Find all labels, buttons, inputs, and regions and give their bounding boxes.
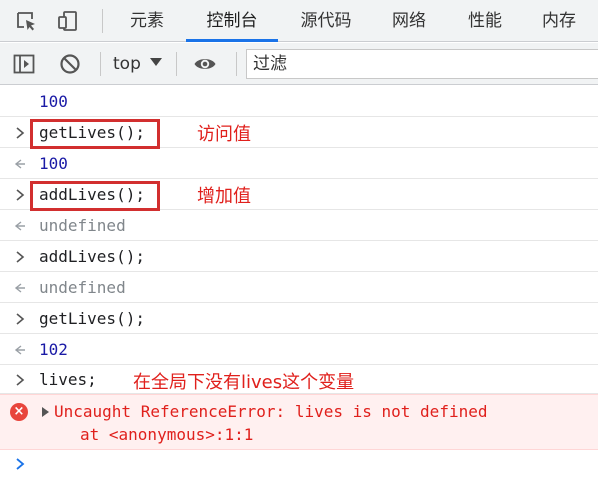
- console-result: 100: [39, 92, 68, 111]
- tabbar-divider: [102, 9, 103, 33]
- console-row: lives; 在全局下没有lives这个变量: [0, 365, 598, 394]
- console-input-area[interactable]: [0, 451, 598, 503]
- result-arrow-icon: [14, 283, 25, 293]
- tab-memory[interactable]: 内存: [532, 0, 586, 42]
- prompt-chevron-icon: [16, 458, 25, 470]
- chevron-down-icon[interactable]: [150, 58, 162, 66]
- console-row: undefined: [0, 210, 598, 241]
- console-row: getLives();: [0, 303, 598, 334]
- eye-icon[interactable]: [193, 52, 217, 76]
- annotation-text: 在全局下没有lives这个变量: [133, 372, 355, 393]
- console-result: 100: [39, 154, 68, 173]
- error-icon: ×: [10, 403, 28, 421]
- console-result: 102: [39, 340, 68, 359]
- console-row: addLives(); 增加值: [0, 179, 598, 211]
- toolbar-divider: [100, 52, 101, 76]
- console-row: 102: [0, 334, 598, 365]
- error-stack-location[interactable]: at <anonymous>:1:1: [80, 425, 253, 444]
- toolbar-divider: [176, 52, 177, 76]
- annotation-box: [30, 181, 160, 211]
- console-command: lives;: [39, 370, 97, 389]
- tab-console[interactable]: 控制台: [196, 0, 268, 42]
- input-chevron-icon: [16, 374, 25, 386]
- sidebar-toggle-icon[interactable]: [12, 52, 36, 76]
- device-toolbar-icon[interactable]: [56, 9, 80, 33]
- tab-performance[interactable]: 性能: [458, 0, 512, 42]
- console-row: 100: [0, 148, 598, 179]
- filter-input[interactable]: [246, 49, 598, 79]
- console-result: undefined: [39, 216, 126, 235]
- console-command: addLives();: [39, 247, 145, 266]
- console-error-row: × Uncaught ReferenceError: lives is not …: [0, 394, 598, 450]
- inspect-element-icon[interactable]: [14, 9, 38, 33]
- tab-network[interactable]: 网络: [382, 0, 436, 42]
- active-tab-indicator: [186, 39, 278, 42]
- result-arrow-icon: [14, 345, 25, 355]
- console-row: getLives(); 访问值: [0, 117, 598, 149]
- result-arrow-icon: [14, 221, 25, 231]
- input-chevron-icon: [16, 251, 25, 263]
- console-row: undefined: [0, 272, 598, 303]
- annotation-text: 访问值: [197, 124, 251, 145]
- clear-console-icon[interactable]: [58, 52, 82, 76]
- input-chevron-icon: [16, 189, 25, 201]
- result-arrow-icon: [14, 159, 25, 169]
- console-result: undefined: [39, 278, 126, 297]
- console-row: addLives();: [0, 241, 598, 272]
- expand-triangle-icon[interactable]: [42, 407, 49, 417]
- tab-elements[interactable]: 元素: [118, 0, 176, 42]
- error-message: Uncaught ReferenceError: lives is not de…: [54, 402, 488, 421]
- console-command: getLives();: [39, 309, 145, 328]
- tab-sources[interactable]: 源代码: [290, 0, 362, 42]
- annotation-text: 增加值: [197, 186, 251, 207]
- console-toolbar: top: [0, 43, 598, 85]
- input-chevron-icon: [16, 127, 25, 139]
- input-chevron-icon: [16, 313, 25, 325]
- context-selector[interactable]: top: [113, 43, 141, 85]
- console-row: 100: [0, 86, 598, 117]
- toolbar-divider: [236, 52, 237, 76]
- annotation-box: [30, 119, 160, 149]
- devtools-tabbar: 元素 控制台 源代码 网络 性能 内存: [0, 0, 598, 42]
